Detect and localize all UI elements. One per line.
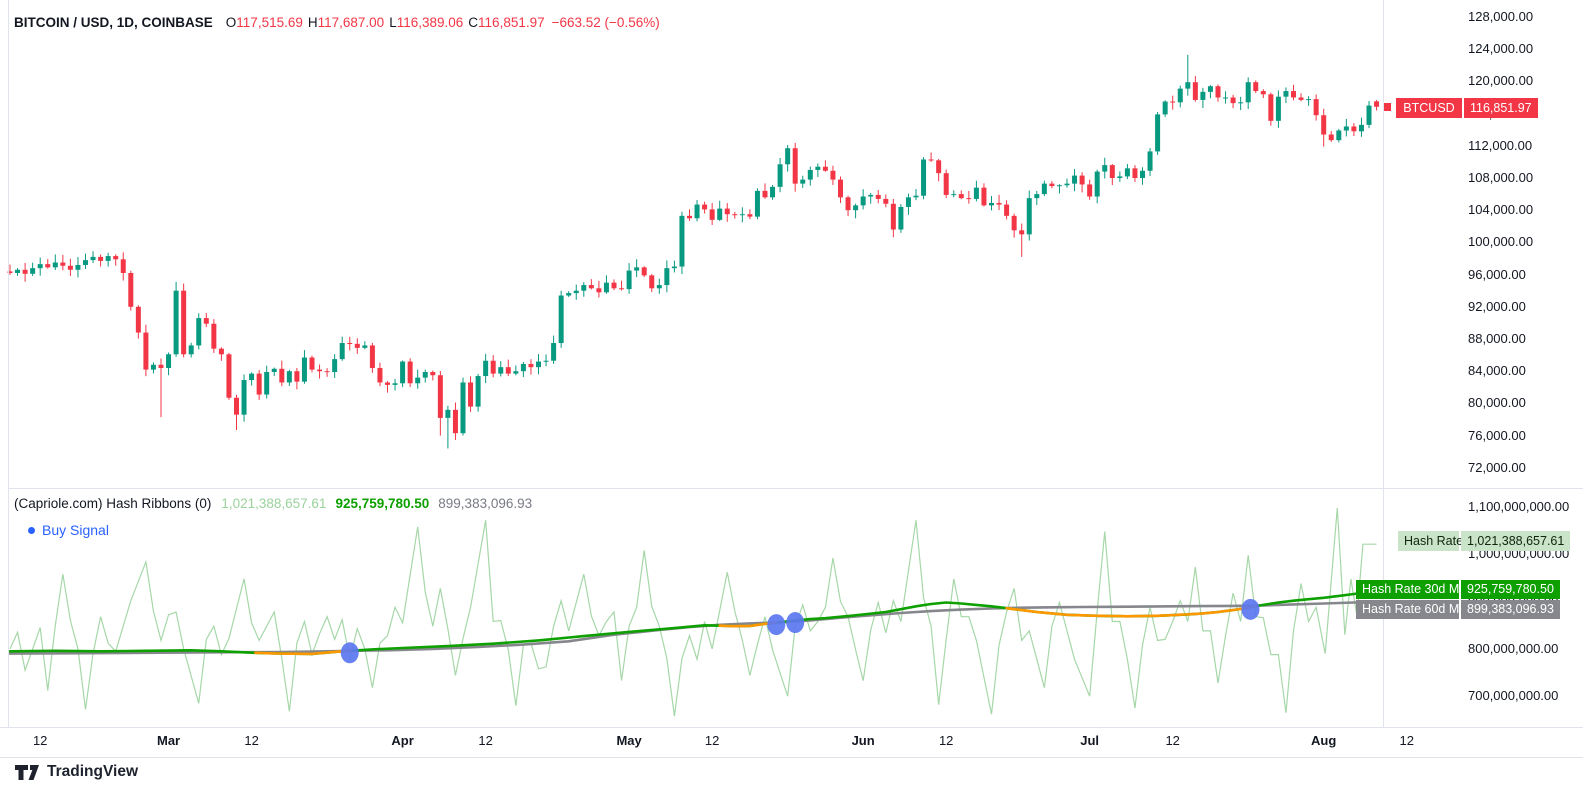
time-axis-label: 12	[478, 733, 492, 748]
pane-left-border	[8, 0, 9, 727]
price-axis-label: 128,000.00	[1468, 9, 1533, 25]
time-axis-label: 12	[1165, 733, 1179, 748]
buy-signal-label: Buy Signal	[42, 522, 109, 538]
hash-rate-value-badge: Hash Rate 1,021,388,657.61	[1398, 531, 1570, 551]
indicator-axis-label: 800,000,000.00	[1468, 641, 1558, 657]
ohlc-close: C116,851.97	[468, 15, 544, 30]
indicator-axis-label: 1,100,000,000.00	[1468, 499, 1569, 515]
hash-rate-30d-ma-value-badge: Hash Rate 30d MA 925,759,780.50	[1356, 580, 1560, 599]
indicator-title[interactable]: (Capriole.com) Hash Ribbons (0)	[14, 496, 211, 511]
time-axis-label: 12	[33, 733, 47, 748]
buy-signal-legend-item[interactable]: Buy Signal	[28, 522, 109, 538]
last-price-badge[interactable]: BTCUSD 116,851.97	[1396, 98, 1538, 118]
last-price-tick-marker	[1384, 103, 1391, 111]
price-axis-label: 112,000.00	[1468, 138, 1532, 154]
ohlc-open: O117,515.69	[226, 15, 303, 30]
hash-rate-badge-label: Hash Rate	[1398, 531, 1459, 551]
last-price-badge-symbol: BTCUSD	[1396, 98, 1462, 118]
price-axis-label: 124,000.00	[1468, 41, 1533, 57]
time-axis-label: 12	[705, 733, 719, 748]
tradingview-attribution[interactable]: TradingView	[14, 763, 138, 781]
price-axis-label: 80,000.00	[1468, 395, 1526, 411]
price-change: −663.52 (−0.56%)	[552, 15, 660, 30]
price-axis-label: 88,000.00	[1468, 331, 1526, 347]
time-axis-label: Mar	[157, 733, 180, 748]
indicator-value-hash-rate: 1,021,388,657.61	[221, 496, 326, 511]
price-axis-label: 72,000.00	[1468, 460, 1526, 476]
time-axis-label: 12	[939, 733, 953, 748]
time-axis-label: Jun	[852, 733, 875, 748]
price-axis-label: 104,000.00	[1468, 202, 1533, 218]
chart-canvas[interactable]	[0, 0, 1583, 757]
tradingview-chart-window: BITCOIN / USD, 1D, COINBASE O117,515.69 H1…	[0, 0, 1583, 796]
time-axis-label: Aug	[1311, 733, 1336, 748]
price-axis-label: 120,000.00	[1468, 73, 1533, 89]
indicator-legend: (Capriole.com) Hash Ribbons (0) 1,021,388…	[14, 496, 532, 511]
ma30-badge-label: Hash Rate 30d MA	[1356, 580, 1459, 599]
price-axis-label: 108,000.00	[1468, 170, 1533, 186]
tradingview-logo-icon	[14, 764, 40, 781]
symbol-legend: BITCOIN / USD, 1D, COINBASE O117,515.69 H1…	[14, 15, 660, 30]
ma30-badge-value: 925,759,780.50	[1461, 580, 1560, 599]
indicator-value-30d-ma: 925,759,780.50	[335, 496, 429, 511]
time-axis-label: May	[616, 733, 641, 748]
price-axis-label: 96,000.00	[1468, 267, 1526, 283]
time-axis-label: 12	[1400, 733, 1414, 748]
footer-border	[0, 757, 1583, 758]
time-axis-label: Jul	[1080, 733, 1099, 748]
indicator-axis-label: 700,000,000.00	[1468, 688, 1558, 704]
ohlc-high: H117,687.00	[308, 15, 384, 30]
buy-signal-dot-icon	[28, 527, 35, 534]
price-axis-label: 92,000.00	[1468, 299, 1526, 315]
ohlc-low: L116,389.06	[389, 15, 463, 30]
hash-rate-60d-ma-value-badge: Hash Rate 60d MA 899,383,096.93	[1356, 600, 1560, 619]
symbol-title[interactable]: BITCOIN / USD, 1D, COINBASE	[14, 15, 213, 30]
tradingview-brand-text: TradingView	[47, 763, 138, 781]
indicator-value-60d-ma: 899,383,096.93	[438, 496, 532, 511]
ma60-badge-label: Hash Rate 60d MA	[1356, 600, 1459, 619]
time-axis-label: 12	[244, 733, 258, 748]
time-scale-border	[0, 727, 1583, 728]
pane-separator[interactable]	[8, 488, 1583, 489]
price-axis-label: 84,000.00	[1468, 363, 1526, 379]
last-price-badge-value: 116,851.97	[1464, 98, 1538, 118]
price-axis-label: 100,000.00	[1468, 234, 1533, 250]
time-axis-label: Apr	[391, 733, 413, 748]
price-axis-label: 76,000.00	[1468, 428, 1526, 444]
ma60-badge-value: 899,383,096.93	[1461, 600, 1560, 619]
hash-rate-badge-value: 1,021,388,657.61	[1461, 531, 1570, 551]
